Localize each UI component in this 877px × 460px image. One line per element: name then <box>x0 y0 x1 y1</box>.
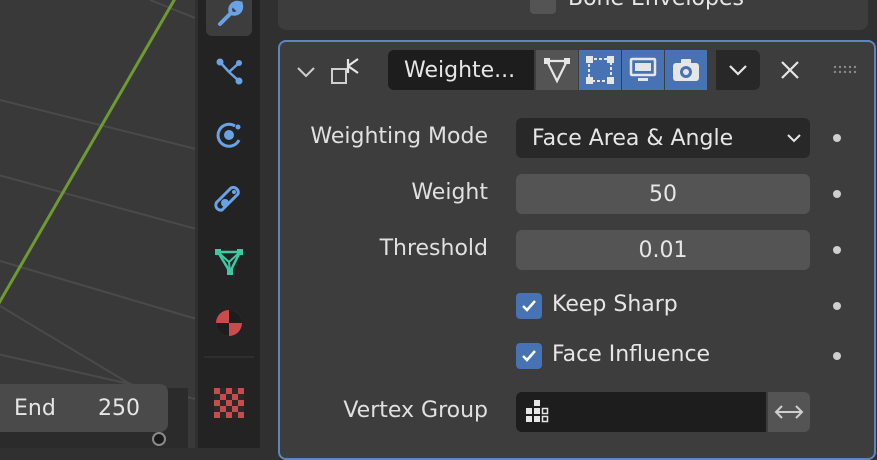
weighting-mode-value: Face Area & Angle <box>532 125 734 151</box>
bone-envelopes-label: Bone Envelopes <box>568 0 744 11</box>
threshold-keyframe-dot[interactable] <box>833 246 841 254</box>
material-icon <box>216 310 242 336</box>
tab-divider <box>204 356 254 358</box>
properties-panel: Bone Envelopes Weighte... <box>262 0 877 460</box>
end-frame-label: End <box>14 395 56 421</box>
chevron-down-icon <box>787 134 801 143</box>
vertex-group-icon <box>526 400 549 423</box>
chevron-down-icon <box>729 65 747 76</box>
tab-object-data[interactable] <box>206 238 252 284</box>
on-cage-toggle[interactable] <box>579 50 621 90</box>
properties-tab-bar <box>198 0 260 448</box>
end-frame-value: 250 <box>98 395 140 421</box>
weight-field[interactable]: 50 <box>516 174 810 214</box>
weighted-normal-modifier-panel: Weighte... Weighting Mode Face Area & An… <box>278 40 876 460</box>
weighting-mode-keyframe-dot[interactable] <box>833 134 841 142</box>
constraints-icon <box>214 186 240 212</box>
on-cage-icon <box>586 56 614 84</box>
threshold-label: Threshold <box>379 236 488 261</box>
keep-sharp-checkbox[interactable] <box>516 293 542 319</box>
wrench-icon <box>218 0 244 26</box>
particles-icon <box>216 58 243 85</box>
close-icon <box>781 61 799 79</box>
modifier-name-input[interactable]: Weighte... <box>388 50 534 90</box>
checkmark-icon <box>522 300 536 312</box>
face-influence-checkbox[interactable] <box>516 343 542 369</box>
checkmark-icon <box>522 350 536 362</box>
vertex-group-label: Vertex Group <box>343 398 488 423</box>
edit-mode-icon <box>544 58 570 84</box>
viewport-grid <box>0 0 195 400</box>
threshold-field[interactable]: 0.01 <box>516 230 810 270</box>
weight-value: 50 <box>649 181 677 207</box>
modifier-header: Weighte... <box>280 42 874 100</box>
tab-material[interactable] <box>206 300 252 346</box>
threshold-value: 0.01 <box>638 237 688 263</box>
weighting-mode-select[interactable]: Face Area & Angle <box>516 118 810 158</box>
weight-label: Weight <box>411 180 488 205</box>
mesh-data-icon <box>215 249 243 275</box>
arrow-left-right-icon <box>774 405 804 419</box>
camera-icon <box>673 59 699 81</box>
edit-mode-toggle[interactable] <box>536 50 578 90</box>
previous-modifier-panel: Bone Envelopes <box>278 0 868 30</box>
end-frame-field[interactable]: End 250 <box>0 384 168 432</box>
remove-modifier-button[interactable] <box>772 52 808 88</box>
monitor-icon <box>629 57 657 81</box>
drag-handle-icon[interactable] <box>832 62 858 78</box>
tab-modifiers[interactable] <box>206 0 252 36</box>
invert-vertex-group-button[interactable] <box>768 392 810 432</box>
bone-envelopes-checkbox[interactable] <box>530 0 556 14</box>
tab-constraints[interactable] <box>206 176 252 222</box>
physics-icon <box>216 122 241 148</box>
tab-physics[interactable] <box>206 112 252 158</box>
face-influence-keyframe-dot[interactable] <box>833 352 841 360</box>
weighted-normal-modifier-icon <box>328 54 362 88</box>
weighting-mode-label: Weighting Mode <box>310 124 488 149</box>
modifier-extras-dropdown[interactable] <box>716 50 760 90</box>
tab-texture[interactable] <box>206 380 252 426</box>
tab-particles[interactable] <box>206 48 252 94</box>
3d-viewport[interactable]: End 250 <box>0 0 195 448</box>
timeline-scrub-handle[interactable] <box>152 432 166 446</box>
keep-sharp-label[interactable]: Keep Sharp <box>552 292 678 317</box>
modifier-name-text: Weighte... <box>404 57 516 83</box>
collapse-chevron-icon[interactable] <box>294 60 318 84</box>
weight-keyframe-dot[interactable] <box>833 190 841 198</box>
viewport-display-toggle[interactable] <box>622 50 664 90</box>
keep-sharp-keyframe-dot[interactable] <box>833 302 841 310</box>
face-influence-label[interactable]: Face Influence <box>552 342 710 367</box>
vertex-group-search-field[interactable] <box>516 392 766 432</box>
checker-texture-icon <box>214 388 244 418</box>
render-toggle[interactable] <box>665 50 707 90</box>
